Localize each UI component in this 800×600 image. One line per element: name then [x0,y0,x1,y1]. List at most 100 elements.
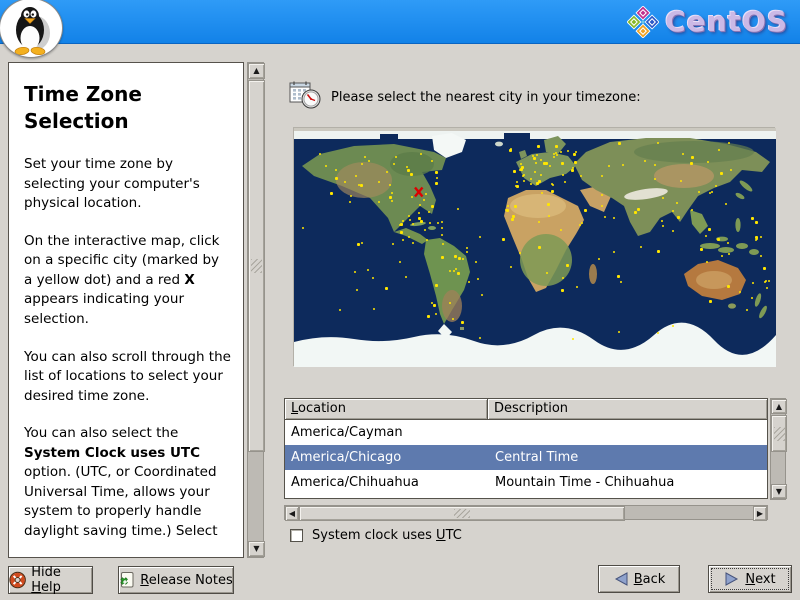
city-dot[interactable] [402,220,405,223]
city-dot[interactable] [501,238,505,241]
city-dot[interactable] [523,173,526,176]
city-dot[interactable] [516,185,520,188]
city-dot[interactable] [361,242,363,245]
city-dot[interactable] [418,216,422,220]
city-dot[interactable] [448,270,451,273]
city-dot[interactable] [385,286,389,290]
city-dot[interactable] [406,168,410,172]
city-dot[interactable] [746,308,749,311]
city-dot[interactable] [364,156,367,159]
city-dot[interactable] [656,332,659,335]
city-dot[interactable] [671,209,674,212]
city-dot[interactable] [349,195,352,198]
city-dot[interactable] [435,181,439,185]
city-dot[interactable] [755,221,759,225]
city-dot[interactable] [512,217,515,220]
city-dot[interactable] [690,155,694,159]
city-dot[interactable] [752,282,754,285]
city-dot[interactable] [523,180,525,183]
city-dot[interactable] [377,201,380,204]
city-dot[interactable] [671,325,674,328]
city-dot[interactable] [452,317,454,320]
city-dot[interactable] [419,219,423,223]
city-dot[interactable] [570,169,574,172]
city-dot[interactable] [656,142,659,145]
city-dot[interactable] [654,164,657,167]
scroll-left-icon[interactable]: ◀ [285,506,299,521]
city-dot[interactable] [709,192,712,195]
city-dot[interactable] [349,201,352,204]
city-dot[interactable] [509,266,512,269]
city-dot[interactable] [335,168,338,171]
city-dot[interactable] [529,177,532,180]
help-scrollbar-thumb[interactable] [248,80,265,452]
city-dot[interactable] [520,167,524,171]
city-dot[interactable] [675,202,678,204]
city-dot[interactable] [754,235,758,239]
city-dot[interactable] [751,216,755,220]
city-dot[interactable] [412,222,415,225]
city-dot[interactable] [728,252,730,255]
table-scrollbar-thumb[interactable] [771,415,787,452]
city-dot[interactable] [634,211,638,215]
city-dot[interactable] [680,180,683,183]
city-dot[interactable] [391,192,394,195]
table-hscrollbar-thumb[interactable] [299,506,625,521]
city-dot[interactable] [457,256,461,260]
city-dot[interactable] [533,170,536,173]
city-dot[interactable] [404,276,407,279]
city-dot[interactable] [548,214,551,217]
city-dot[interactable] [401,239,404,241]
city-dot[interactable] [709,299,713,303]
city-dot[interactable] [356,242,360,246]
city-dot[interactable] [600,174,603,177]
city-dot[interactable] [480,293,483,296]
city-dot[interactable] [393,162,396,165]
city-dot[interactable] [456,272,460,276]
city-dot[interactable] [407,235,410,238]
city-dot[interactable] [707,160,710,163]
city-dot[interactable] [751,296,754,299]
city-dot[interactable] [738,291,741,294]
city-dot[interactable] [399,260,402,263]
city-dot[interactable] [562,174,565,177]
back-button[interactable]: Back [598,565,680,593]
city-dot[interactable] [561,162,565,166]
city-dot[interactable] [419,152,422,155]
city-dot[interactable] [339,308,342,311]
city-dot[interactable] [431,159,434,162]
table-horizontal-scrollbar[interactable]: ◀ ▶ [284,505,768,521]
city-dot[interactable] [567,149,570,152]
city-dot[interactable] [519,162,522,165]
city-dot[interactable] [672,229,674,232]
table-row[interactable]: America/Chihuahua Mountain Time - Chihuah… [285,470,767,495]
city-dot[interactable] [653,178,656,180]
city-dot[interactable] [536,153,539,156]
city-dot[interactable] [536,145,540,149]
city-dot[interactable] [360,184,364,188]
city-dot[interactable] [730,168,733,171]
column-header-location[interactable]: Location [284,398,488,420]
city-dot[interactable] [372,276,374,279]
city-dot[interactable] [662,225,664,228]
city-dot[interactable] [719,172,723,176]
world-map[interactable] [293,127,776,367]
city-dot[interactable] [618,142,622,146]
city-dot[interactable] [509,148,513,152]
city-dot[interactable] [389,196,393,200]
city-dot[interactable] [430,205,434,209]
city-dot[interactable] [407,214,410,217]
city-dot[interactable] [600,194,603,197]
city-dot[interactable] [505,209,509,213]
city-dot[interactable] [540,159,543,161]
city-dot[interactable] [465,251,468,254]
city-dot[interactable] [727,241,729,244]
city-dot[interactable] [636,207,640,211]
city-dot[interactable] [727,142,730,145]
city-dot[interactable] [538,221,541,224]
city-dot[interactable] [699,247,703,251]
city-dot[interactable] [532,156,536,160]
city-dot[interactable] [514,205,518,209]
city-dot[interactable] [519,251,522,254]
city-dot[interactable] [661,196,664,199]
